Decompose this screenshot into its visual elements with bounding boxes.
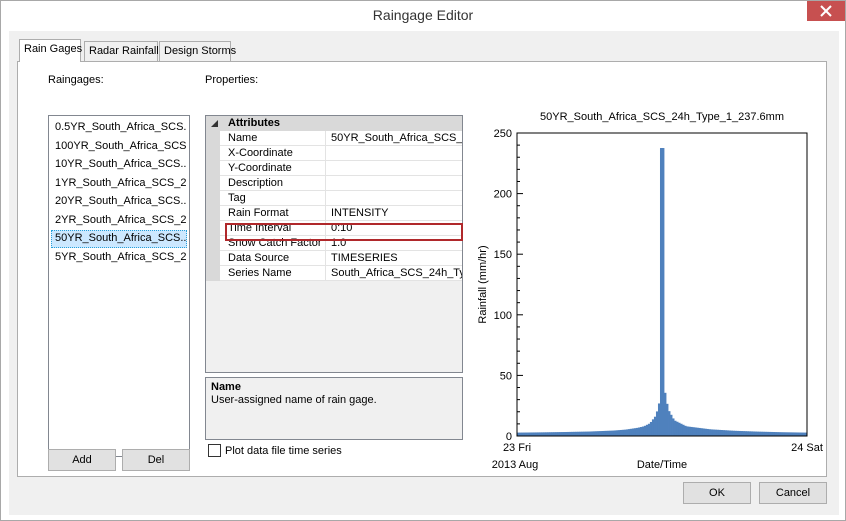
list-item[interactable]: 10YR_South_Africa_SCS...	[51, 156, 187, 174]
time-interval-highlight	[225, 223, 463, 241]
rain-gages-panel: Raingages: 0.5YR_South_Africa_SCS... 100…	[17, 61, 827, 477]
property-value[interactable]: 50YR_South_Africa_SCS_24h	[327, 131, 462, 146]
description-text: User-assigned name of rain gage.	[211, 394, 377, 406]
collapse-triangle-icon[interactable]	[210, 119, 220, 129]
property-name: Y-Coordinate	[220, 161, 326, 176]
property-name: Tag	[220, 191, 326, 206]
raingage-editor-window: Raingage Editor Rain Gages Radar Rainfal…	[0, 0, 846, 521]
property-name: X-Coordinate	[220, 146, 326, 161]
y-tick-label: 200	[494, 189, 512, 201]
property-row-data-source[interactable]: Data Source TIMESERIES	[220, 251, 462, 266]
list-item[interactable]: 100YR_South_Africa_SCS...	[51, 138, 187, 156]
property-value[interactable]	[327, 176, 462, 191]
property-row-rain-format[interactable]: Rain Format INTENSITY	[220, 206, 462, 221]
list-item[interactable]: 5YR_South_Africa_SCS_2...	[51, 249, 187, 267]
list-item-selected[interactable]: 50YR_South_Africa_SCS...	[51, 230, 187, 248]
y-tick-label: 50	[500, 370, 512, 382]
chart-title: 50YR_South_Africa_SCS_24h_Type_1_237.6mm	[540, 111, 784, 123]
property-name: Series Name	[220, 266, 326, 281]
description-title: Name	[211, 381, 241, 393]
rainfall-chart: 50YR_South_Africa_SCS_24h_Type_1_237.6mm…	[470, 108, 825, 472]
property-row-description[interactable]: Description	[220, 176, 462, 191]
list-item[interactable]: 1YR_South_Africa_SCS_2...	[51, 175, 187, 193]
attributes-group-label: Attributes	[228, 117, 280, 129]
property-value[interactable]	[327, 146, 462, 161]
property-row-x-coordinate[interactable]: X-Coordinate	[220, 146, 462, 161]
dialog-client-area: Rain Gages Radar Rainfall Design Storms …	[9, 31, 839, 515]
property-name: Data Source	[220, 251, 326, 266]
property-row-y-coordinate[interactable]: Y-Coordinate	[220, 161, 462, 176]
rainfall-peak-bar	[661, 148, 663, 436]
property-value[interactable]	[327, 191, 462, 206]
properties-empty-area	[206, 281, 462, 372]
y-tick-label: 100	[494, 310, 512, 322]
properties-gutter	[206, 131, 220, 281]
property-row-tag[interactable]: Tag	[220, 191, 462, 206]
delete-button[interactable]: Del	[122, 449, 190, 471]
property-value[interactable]	[327, 161, 462, 176]
ok-button[interactable]: OK	[683, 482, 751, 504]
plot-data-file-checkbox[interactable]	[208, 444, 221, 457]
tab-rain-gages[interactable]: Rain Gages	[19, 39, 82, 62]
cancel-button[interactable]: Cancel	[759, 482, 827, 504]
add-button[interactable]: Add	[48, 449, 116, 471]
close-icon	[820, 5, 832, 17]
y-axis-label: Rainfall (mm/hr)	[477, 245, 489, 323]
property-name: Name	[220, 131, 326, 146]
properties-grid[interactable]: Attributes Name 50YR_South_Africa_SCS_24…	[205, 115, 463, 373]
raingages-label: Raingages:	[48, 74, 104, 86]
property-row-name[interactable]: Name 50YR_South_Africa_SCS_24h	[220, 131, 462, 146]
property-value[interactable]: INTENSITY	[327, 206, 462, 221]
x-tick-label: 23 Fri	[503, 442, 531, 454]
plot-data-file-label[interactable]: Plot data file time series	[225, 445, 342, 457]
tab-design-storms[interactable]: Design Storms	[159, 41, 236, 61]
list-item[interactable]: 20YR_South_Africa_SCS...	[51, 193, 187, 211]
x-axis-label: Date/Time	[637, 459, 687, 471]
attributes-group-header[interactable]: Attributes	[206, 116, 462, 131]
y-tick-label: 250	[494, 128, 512, 140]
y-tick-label: 150	[494, 249, 512, 261]
window-title: Raingage Editor	[372, 7, 474, 23]
properties-label: Properties:	[205, 74, 259, 86]
tab-radar-rainfall[interactable]: Radar Rainfall	[84, 41, 159, 61]
property-row-series-name[interactable]: Series Name South_Africa_SCS_24h_Type	[220, 266, 462, 281]
x-axis-sublabel: 2013 Aug	[492, 459, 539, 471]
title-bar[interactable]: Raingage Editor	[1, 1, 845, 31]
description-box: Name User-assigned name of rain gage.	[205, 377, 463, 440]
property-name: Description	[220, 176, 326, 191]
list-item[interactable]: 2YR_South_Africa_SCS_2...	[51, 212, 187, 230]
x-tick-label: 24 Sat	[791, 442, 823, 454]
raingages-listbox[interactable]: 0.5YR_South_Africa_SCS... 100YR_South_Af…	[48, 115, 190, 457]
property-value[interactable]: TIMESERIES	[327, 251, 462, 266]
list-item[interactable]: 0.5YR_South_Africa_SCS...	[51, 119, 187, 137]
property-name: Rain Format	[220, 206, 326, 221]
property-value[interactable]: South_Africa_SCS_24h_Type	[327, 266, 462, 281]
rainfall-chart-svg: 50YR_South_Africa_SCS_24h_Type_1_237.6mm…	[477, 111, 823, 471]
close-button[interactable]	[807, 1, 845, 21]
